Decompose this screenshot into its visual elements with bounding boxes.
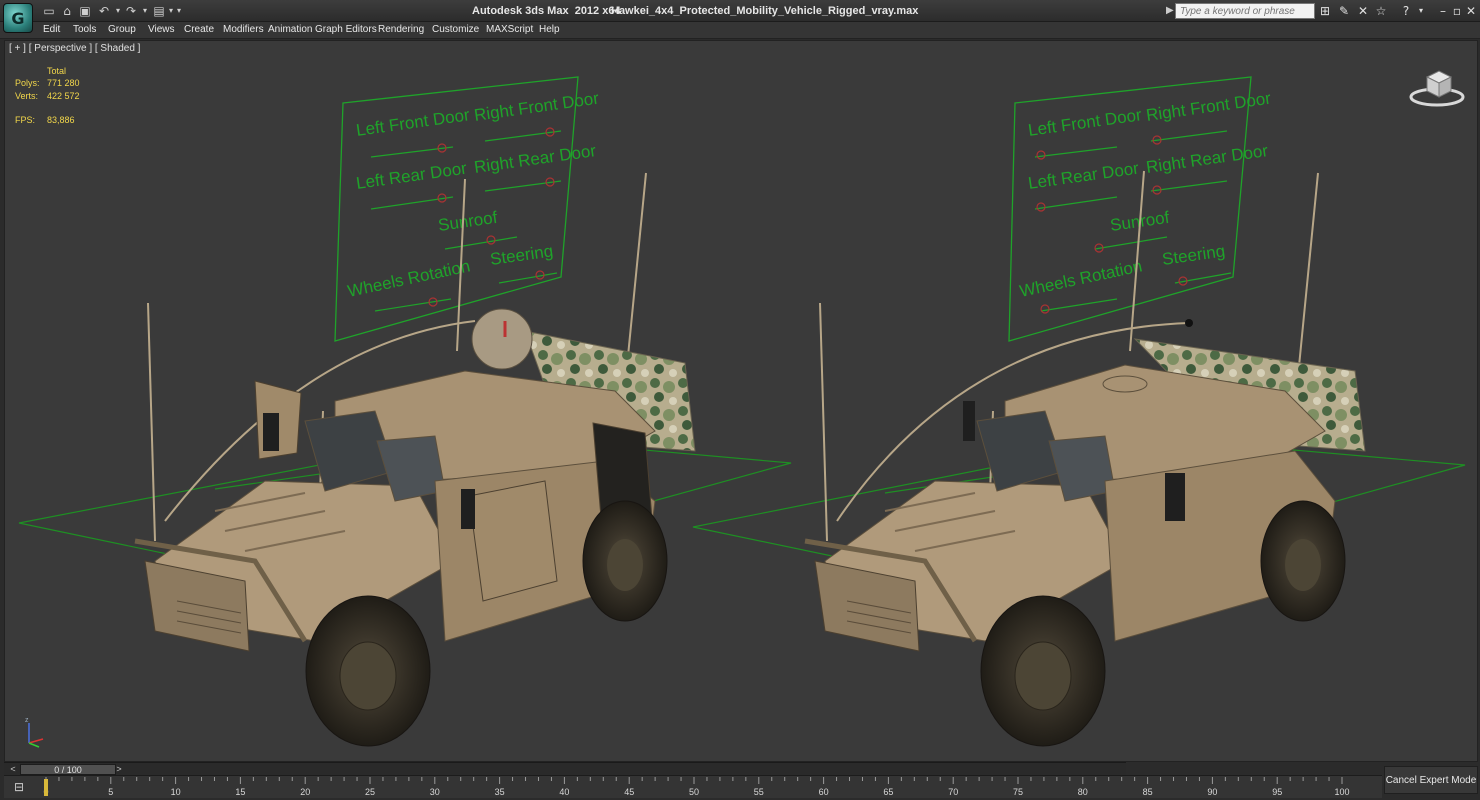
rig-label-right-rear-door: Right Rear Door	[1145, 141, 1270, 177]
rig-label-left-front-door: Left Front Door	[355, 105, 471, 140]
favorites-icon[interactable]: ☆	[1373, 3, 1389, 19]
communication-icon[interactable]: ✕	[1355, 3, 1371, 19]
verts-label: Verts:	[15, 91, 39, 101]
redo-icon[interactable]: ↷	[124, 4, 138, 18]
frame-tick-label: 55	[754, 787, 764, 797]
frame-tick-label: 25	[365, 787, 375, 797]
menu-create[interactable]: Create	[184, 24, 214, 35]
undo-dropdown-icon[interactable]: ▾	[111, 4, 125, 18]
search-expand-icon[interactable]: ▶	[1166, 5, 1174, 16]
search-input[interactable]	[1175, 3, 1315, 19]
frame-tick-label: 30	[430, 787, 440, 797]
customize-toolbar-icon[interactable]: ▾	[172, 4, 186, 18]
frame-tick-label: 100	[1334, 787, 1349, 797]
rig-label-sunroof: Sunroof	[437, 208, 499, 235]
frame-tick-label: 90	[1207, 787, 1217, 797]
frame-tick-label: 15	[235, 787, 245, 797]
frame-tick-label: 45	[624, 787, 634, 797]
menu-animation[interactable]: Animation	[268, 24, 312, 35]
rig-label-left-rear-door: Left Rear Door	[1027, 159, 1140, 193]
menu-graph-editors[interactable]: Graph Editors	[315, 24, 377, 35]
vehicle-left	[134, 172, 696, 747]
rig-label-left-front-door: Left Front Door	[1027, 105, 1143, 140]
frame-tick-label: 95	[1272, 787, 1282, 797]
stats-header: Total	[47, 66, 67, 76]
menu-views[interactable]: Views	[148, 24, 175, 35]
current-frame-marker[interactable]	[44, 779, 48, 796]
polys-value: 771 280	[47, 78, 80, 88]
rig-label-wheels-rotation: Wheels Rotation	[346, 256, 472, 301]
frame-tick-label: 65	[883, 787, 893, 797]
redo-dropdown-icon[interactable]: ▾	[138, 4, 152, 18]
curve-editor-icon[interactable]: ⊟	[10, 780, 28, 794]
menu-customize[interactable]: Customize	[432, 24, 479, 35]
menu-maxscript[interactable]: MAXScript	[486, 24, 533, 35]
subscription-icon[interactable]: ✎	[1336, 3, 1352, 19]
perspective-viewport[interactable]: Left Front Door Right Front Door Left Re…	[4, 40, 1478, 762]
frame-tick-label: 35	[495, 787, 505, 797]
undo-icon[interactable]: ↶	[97, 4, 111, 18]
rig-label-right-front-door: Right Front Door	[1145, 89, 1272, 125]
time-slider[interactable]: < 0 / 100 >	[4, 762, 1126, 775]
scene-render: Left Front Door Right Front Door Left Re…	[18, 76, 1466, 747]
previous-frame-icon[interactable]: <	[6, 763, 20, 775]
time-slider-thumb[interactable]: 0 / 100	[20, 764, 116, 775]
cancel-expert-mode-button[interactable]: Cancel Expert Mode	[1384, 766, 1478, 794]
frame-tick-label: 60	[819, 787, 829, 797]
open-icon[interactable]: ⌂	[60, 4, 74, 18]
new-icon[interactable]: ▭	[42, 4, 56, 18]
vehicle-right	[804, 170, 1366, 747]
rig-label-right-rear-door: Right Rear Door	[473, 141, 598, 177]
file-name: Hawkei_4x4_Protected_Mobility_Vehicle_Ri…	[611, 5, 919, 17]
frame-tick-label: 85	[1143, 787, 1153, 797]
frame-tick-label: 40	[559, 787, 569, 797]
rig-label-steering: Steering	[1161, 241, 1226, 269]
next-frame-icon[interactable]: >	[112, 763, 126, 775]
frame-tick-label: 80	[1078, 787, 1088, 797]
menu-bar: Edit Tools Group Views Create Modifiers …	[0, 22, 1480, 39]
frame-tick-label: 75	[1013, 787, 1023, 797]
help-icon[interactable]: ?	[1398, 3, 1414, 19]
app-menu-button[interactable]: G	[3, 3, 33, 33]
frame-tick-label: 70	[948, 787, 958, 797]
rig-label-right-front-door: Right Front Door	[473, 89, 600, 125]
polys-label: Polys:	[15, 78, 40, 88]
menu-rendering[interactable]: Rendering	[378, 24, 424, 35]
verts-value: 422 572	[47, 91, 80, 101]
save-icon[interactable]: ▣	[78, 4, 92, 18]
help-dropdown-icon[interactable]: ▾	[1413, 3, 1429, 19]
frame-tick-label: 50	[689, 787, 699, 797]
menu-edit[interactable]: Edit	[43, 24, 60, 35]
svg-text:z: z	[25, 717, 29, 724]
rig-label-wheels-rotation: Wheels Rotation	[1018, 256, 1144, 301]
menu-tools[interactable]: Tools	[73, 24, 96, 35]
menu-help[interactable]: Help	[539, 24, 560, 35]
frame-tick-label: 10	[171, 787, 181, 797]
frame-tick-label: 5	[108, 787, 113, 797]
viewport-label[interactable]: [ + ] [ Perspective ] [ Shaded ]	[9, 43, 140, 54]
rig-label-left-rear-door: Left Rear Door	[355, 159, 468, 193]
binoculars-icon[interactable]: ⊞	[1317, 3, 1333, 19]
menu-group[interactable]: Group	[108, 24, 136, 35]
frame-ruler[interactable]: 0510152025303540455055606570758085909510…	[40, 776, 1380, 799]
axis-gizmo-icon: z	[25, 717, 44, 748]
viewcube-icon[interactable]	[1409, 67, 1465, 107]
fps-value: 83,886	[47, 115, 75, 125]
fps-label: FPS:	[15, 115, 36, 125]
title-bar: G ▭ ⌂ ▣ ↶ ▾ ↷ ▾ ▤ ▾ ▾ Autodesk 3ds Max 2…	[0, 0, 1480, 33]
frame-tick-label: 20	[300, 787, 310, 797]
close-icon[interactable]: ✕	[1463, 3, 1479, 19]
app-title: Autodesk 3ds Max 2012 x64	[472, 5, 621, 17]
menu-modifiers[interactable]: Modifiers	[223, 24, 264, 35]
rig-label-steering: Steering	[489, 241, 554, 269]
track-bar[interactable]: ⊟ 05101520253035404550556065707580859095…	[4, 775, 1382, 798]
